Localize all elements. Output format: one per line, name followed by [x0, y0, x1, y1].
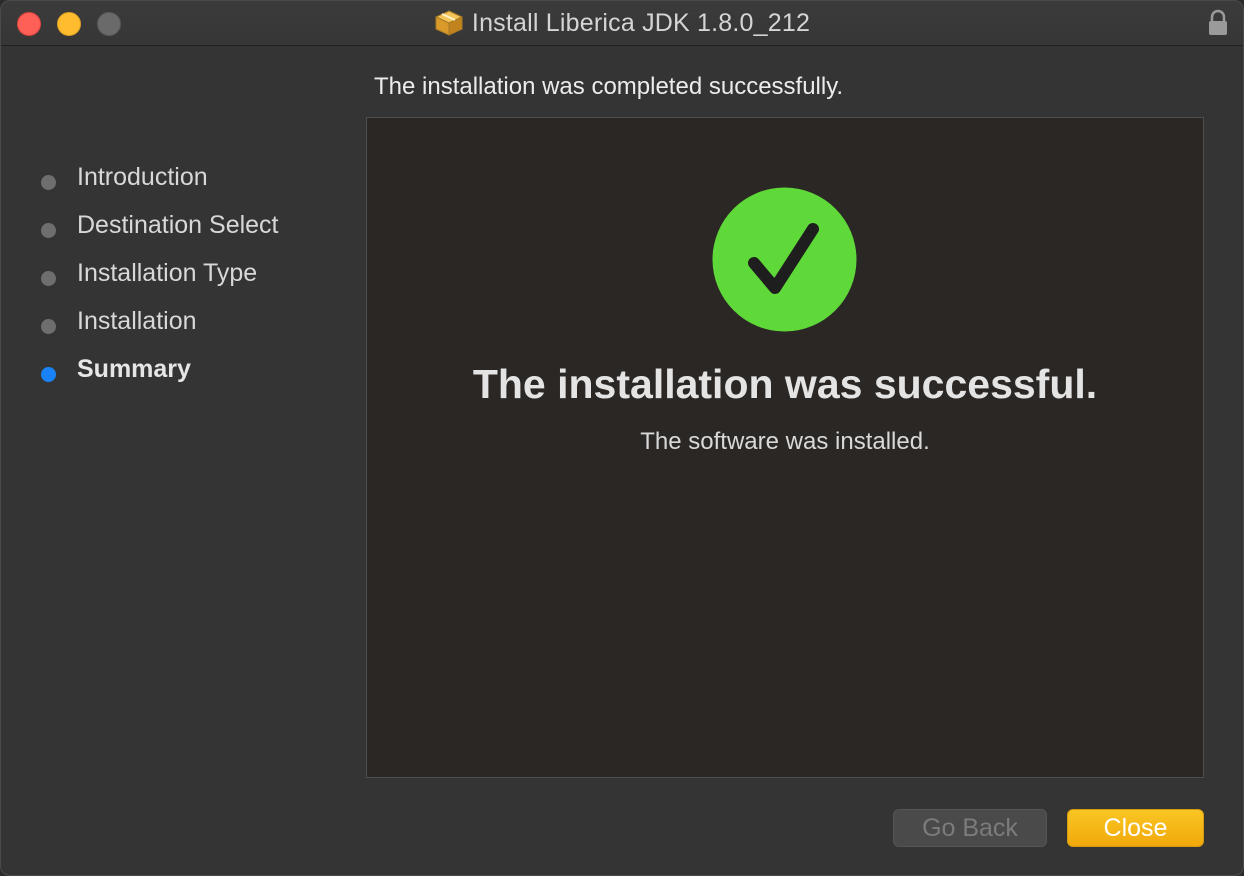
window-title-group: Install Liberica JDK 1.8.0_212: [1, 1, 1243, 45]
step-dot-icon: [41, 271, 56, 286]
step-sidebar: Introduction Destination Select Installa…: [1, 157, 361, 397]
sidebar-step-summary: Summary: [1, 349, 361, 397]
go-back-button[interactable]: Go Back: [893, 809, 1047, 847]
step-dot-icon: [41, 175, 56, 190]
sidebar-step-label: Destination Select: [77, 211, 279, 239]
success-subtitle: The software was installed.: [640, 428, 930, 455]
sidebar-step-introduction: Introduction: [1, 157, 361, 205]
summary-panel: The installation was successful. The sof…: [366, 117, 1204, 778]
package-icon: [434, 10, 464, 36]
success-title: The installation was successful.: [472, 361, 1098, 407]
step-dot-icon: [41, 223, 56, 238]
installer-window: Install Liberica JDK 1.8.0_212 The insta…: [0, 0, 1244, 876]
lock-icon[interactable]: [1207, 9, 1229, 37]
sidebar-step-label: Summary: [77, 355, 191, 383]
sidebar-step-label: Introduction: [77, 163, 208, 191]
close-button[interactable]: Close: [1067, 809, 1204, 847]
title-bar[interactable]: Install Liberica JDK 1.8.0_212: [1, 1, 1243, 46]
sidebar-step-destination-select: Destination Select: [1, 205, 361, 253]
sidebar-step-installation: Installation: [1, 301, 361, 349]
sidebar-step-label: Installation Type: [77, 259, 258, 287]
page-header: The installation was completed successfu…: [374, 73, 844, 100]
sidebar-step-label: Installation: [77, 307, 197, 335]
sidebar-step-installation-type: Installation Type: [1, 253, 361, 301]
window-title: Install Liberica JDK 1.8.0_212: [471, 8, 811, 37]
active-step-dot-icon: [41, 367, 56, 382]
checkmark-circle-icon: [712, 187, 857, 332]
step-dot-icon: [41, 319, 56, 334]
